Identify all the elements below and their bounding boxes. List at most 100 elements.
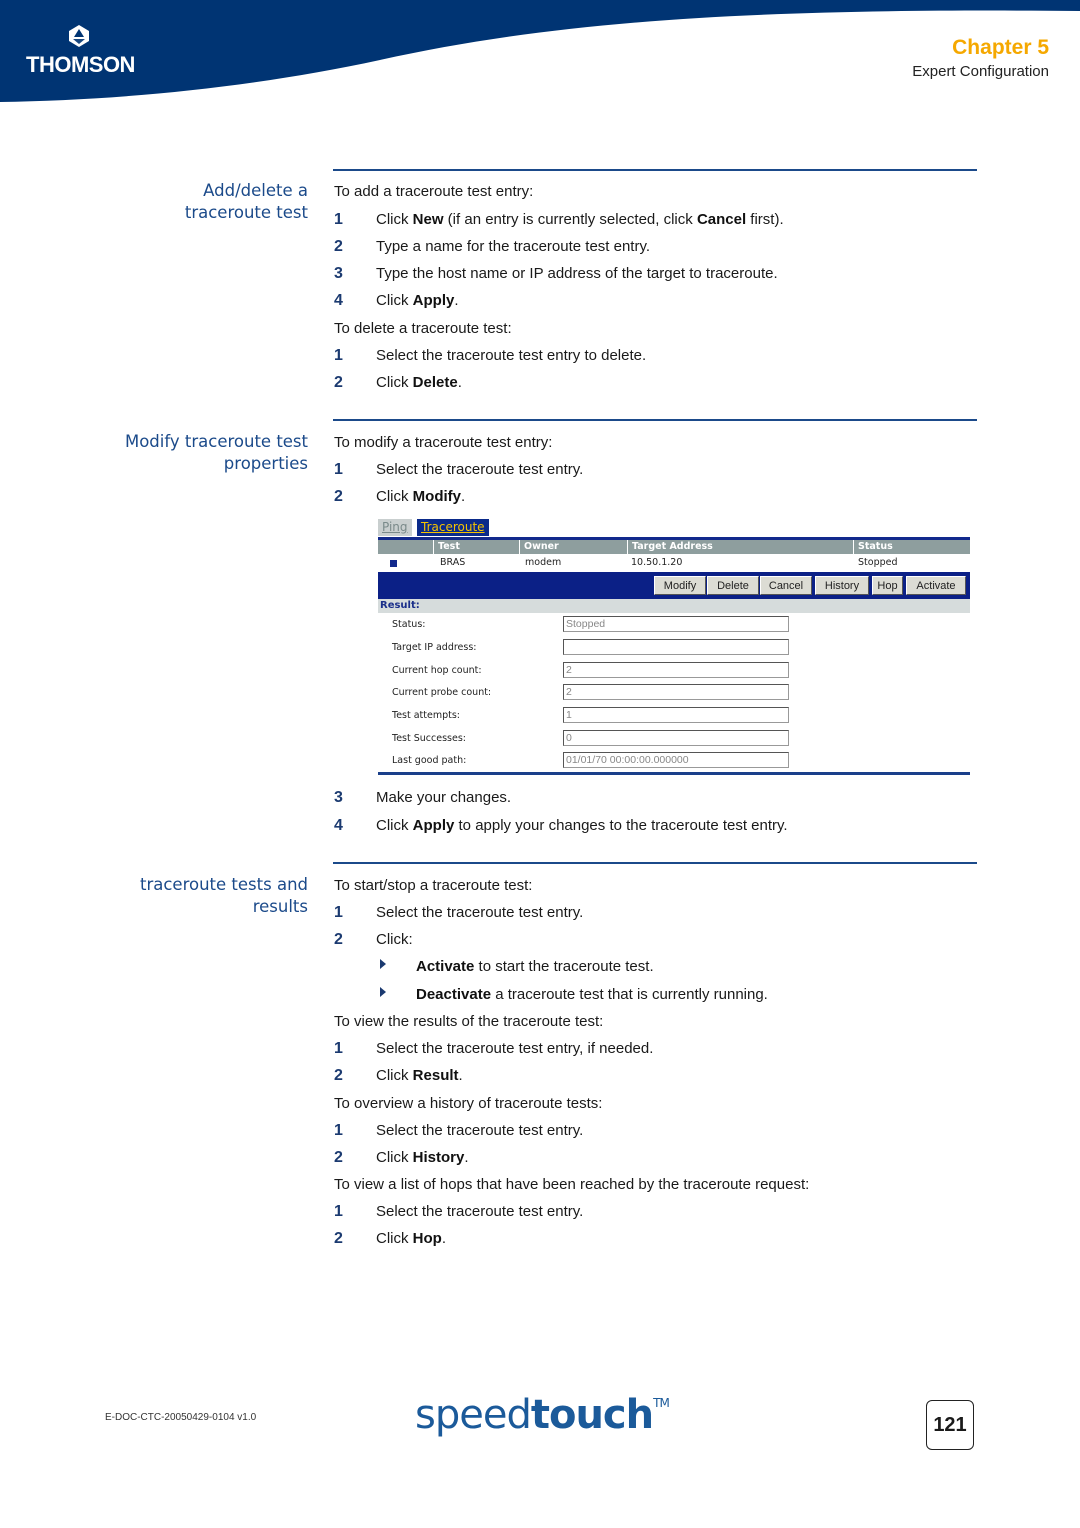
probe-count-field[interactable]: 2	[563, 684, 789, 700]
section-title-add-delete: Add/delete a traceroute test	[68, 180, 308, 224]
document-id: E-DOC-CTC-20050429-0104 v1.0	[105, 1412, 257, 1423]
section-title-line: Modify traceroute test	[124, 432, 308, 451]
section-title-tests-results: traceroute tests and results	[68, 874, 308, 918]
step-number: 2	[334, 1230, 343, 1247]
step-text: Select the traceroute test entry to dele…	[376, 347, 647, 364]
brand-light: speed	[415, 1392, 532, 1438]
step-text: Select the traceroute test entry.	[376, 904, 584, 921]
step-text: Select the traceroute test entry.	[376, 1122, 584, 1139]
thomson-logo: THOMSON	[26, 24, 135, 78]
step-number: 1	[334, 211, 343, 228]
step-text: Click History.	[376, 1149, 469, 1166]
history-button[interactable]: History	[815, 576, 869, 595]
page-number: 121	[926, 1400, 974, 1450]
section-title-modify: Modify traceroute test properties	[68, 431, 308, 475]
column-header-target: Target Address	[627, 540, 852, 554]
step-text: Make your changes.	[376, 789, 512, 806]
result-heading: Result:	[378, 599, 970, 613]
bullet-text: Activate to start the traceroute test.	[416, 958, 654, 975]
section-title-line: properties	[223, 454, 308, 473]
section-divider	[333, 169, 977, 171]
table-header: Test Owner Target Address Status	[378, 540, 970, 554]
tab-ping[interactable]: Ping	[378, 519, 412, 536]
intro-results: To view the results of the traceroute te…	[334, 1013, 604, 1030]
logo-text: THOMSON	[26, 52, 135, 77]
step-number: 1	[334, 1203, 343, 1220]
chapter-subtitle: Expert Configuration	[912, 63, 1049, 80]
step-number: 2	[334, 1149, 343, 1166]
bullet-arrow-icon	[380, 987, 386, 997]
cell-owner: modem	[525, 557, 562, 568]
intro-history: To overview a history of traceroute test…	[334, 1095, 603, 1112]
cell-status: Stopped	[858, 557, 898, 568]
step-text: Select the traceroute test entry.	[376, 461, 584, 478]
step-number: 2	[334, 374, 343, 391]
traceroute-screenshot: Ping Traceroute Test Owner Target Addres…	[378, 517, 970, 775]
column-header-test: Test	[433, 540, 518, 554]
field-label-last-good-path: Last good path:	[392, 755, 467, 766]
delete-button[interactable]: Delete	[707, 576, 759, 595]
step-text: Click Delete.	[376, 374, 462, 391]
successes-field[interactable]: 0	[563, 730, 789, 746]
thomson-logo-mark-icon	[69, 25, 89, 47]
step-text: Click Apply to apply your changes to the…	[376, 817, 788, 834]
intro-delete: To delete a traceroute test:	[334, 320, 512, 337]
bullet-arrow-icon	[380, 959, 386, 969]
step-text: Click Modify.	[376, 488, 466, 505]
section-title-line: Add/delete a	[203, 181, 308, 200]
brand-bold: touch	[530, 1392, 654, 1438]
trademark-mark: TM	[653, 1396, 670, 1410]
status-field[interactable]: Stopped	[563, 616, 789, 632]
section-title-line: traceroute test	[184, 203, 308, 222]
step-text: Type a name for the traceroute test entr…	[376, 238, 651, 255]
field-label-successes: Test Successes:	[392, 733, 466, 744]
step-text: Type the host name or IP address of the …	[376, 265, 778, 282]
field-label-status: Status:	[392, 619, 426, 630]
target-ip-field[interactable]	[563, 639, 789, 655]
step-text: Click Hop.	[376, 1230, 447, 1247]
step-number: 2	[334, 1067, 343, 1084]
step-number: 1	[334, 1122, 343, 1139]
intro-modify: To modify a traceroute test entry:	[334, 434, 553, 451]
field-label-target-ip: Target IP address:	[392, 642, 477, 653]
step-number: 3	[334, 789, 343, 806]
tab-traceroute[interactable]: Traceroute	[417, 519, 489, 536]
bullet-text: Deactivate a traceroute test that is cur…	[416, 986, 768, 1003]
section-title-line: traceroute tests and	[140, 875, 308, 894]
cancel-button[interactable]: Cancel	[760, 576, 812, 595]
cell-test: BRAS	[440, 557, 466, 568]
step-number: 3	[334, 265, 343, 282]
speedtouch-logo: speedtouchTM	[415, 1392, 670, 1438]
step-number: 1	[334, 904, 343, 921]
step-text: Click New (if an entry is currently sele…	[376, 211, 784, 228]
step-text: Click:	[376, 931, 413, 948]
attempts-field[interactable]: 1	[563, 707, 789, 723]
field-label-hop-count: Current hop count:	[392, 665, 482, 676]
hop-count-field[interactable]: 2	[563, 662, 789, 678]
hop-button[interactable]: Hop	[872, 576, 903, 595]
activate-button[interactable]: Activate	[906, 576, 966, 595]
screenshot-bottom-bar	[378, 772, 970, 775]
button-bar: Modify Delete Cancel History Hop Activat…	[378, 572, 970, 599]
section-title-line: results	[252, 897, 308, 916]
row-selected-icon	[390, 560, 397, 567]
section-divider	[333, 862, 977, 864]
step-number: 2	[334, 931, 343, 948]
column-header-status: Status	[853, 540, 970, 554]
column-header-owner: Owner	[519, 540, 624, 554]
step-text: Click Result.	[376, 1067, 463, 1084]
step-number: 2	[334, 238, 343, 255]
intro-hops: To view a list of hops that have been re…	[334, 1176, 810, 1193]
intro-add: To add a traceroute test entry:	[334, 183, 534, 200]
step-number: 4	[334, 292, 343, 309]
step-number: 1	[334, 347, 343, 364]
step-number: 2	[334, 488, 343, 505]
table-row[interactable]: BRAS modem 10.50.1.20 Stopped	[378, 554, 970, 572]
chapter-label: Chapter 5	[952, 36, 1049, 59]
modify-button[interactable]: Modify	[654, 576, 706, 595]
last-good-path-field[interactable]: 01/01/70 00:00:00.000000	[563, 752, 789, 768]
step-text: Select the traceroute test entry.	[376, 1203, 584, 1220]
field-label-attempts: Test attempts:	[392, 710, 461, 721]
field-label-probe-count: Current probe count:	[392, 687, 492, 698]
step-text: Select the traceroute test entry, if nee…	[376, 1040, 654, 1057]
